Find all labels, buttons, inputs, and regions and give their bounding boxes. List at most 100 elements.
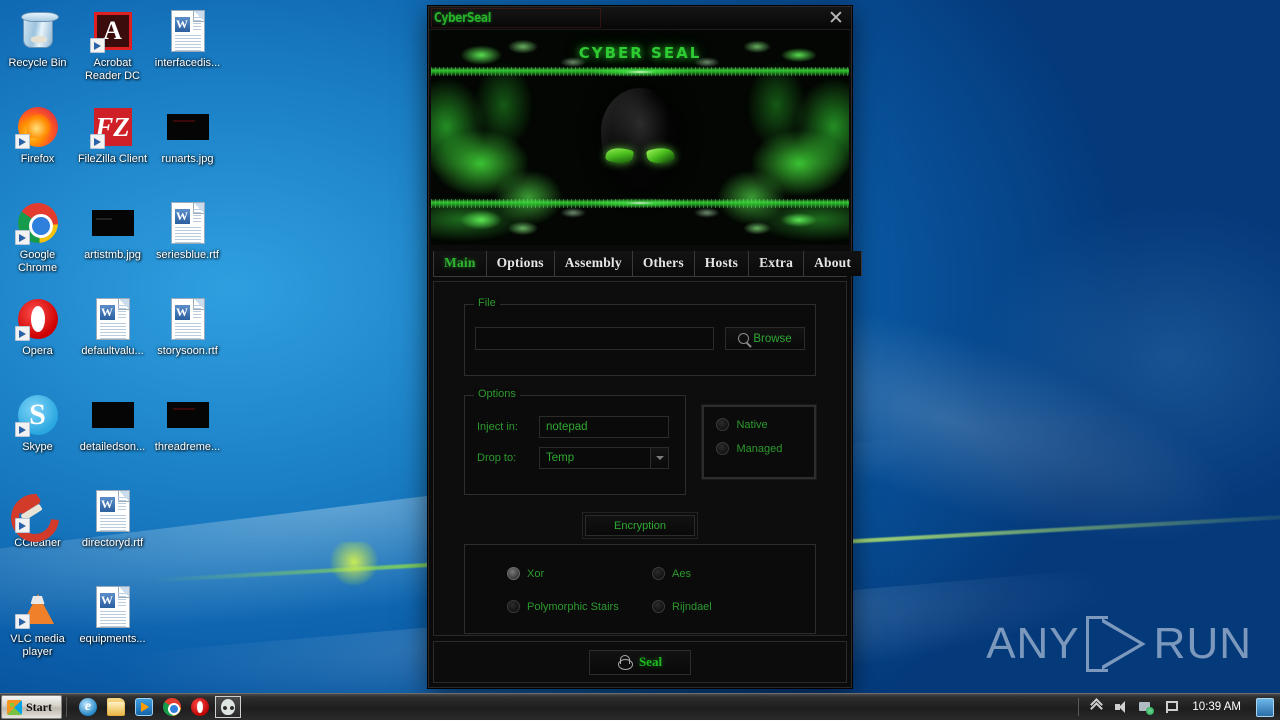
word-document-icon: W: [165, 200, 211, 246]
drop-to-row: Drop to: Temp: [465, 447, 685, 469]
start-button[interactable]: Start: [1, 695, 62, 719]
image-thumbnail-icon: [90, 200, 136, 246]
desktop-icon-label: threadreme...: [151, 441, 225, 454]
tab-others[interactable]: Others: [633, 251, 695, 276]
radio-polymorphic-stairs-indicator[interactable]: [507, 600, 520, 613]
desktop-icon-acrobat-reader[interactable]: A Acrobat Reader DC: [75, 4, 150, 100]
start-button-label: Start: [26, 700, 52, 715]
taskbar-task-cyberseal[interactable]: [215, 696, 241, 718]
tab-hosts[interactable]: Hosts: [695, 251, 749, 276]
app-banner: CYBER SEAL: [431, 30, 849, 245]
tab-about[interactable]: About: [804, 251, 862, 276]
tab-extra[interactable]: Extra: [749, 251, 804, 276]
radio-managed-indicator[interactable]: [716, 442, 729, 455]
desktop-icon-threadreme[interactable]: threadreme...: [150, 388, 225, 484]
desktop-icon-seriesblue-rtf[interactable]: W seriesblue.rtf: [150, 196, 225, 292]
cyberseal-window[interactable]: CyberSeal ✕ CYBER SEAL Main Options Asse…: [428, 6, 852, 688]
browse-button[interactable]: Browse: [725, 327, 805, 350]
close-icon[interactable]: ✕: [823, 8, 849, 29]
desktop-icon-equipments[interactable]: W equipments...: [75, 580, 150, 676]
chrome-icon[interactable]: [163, 698, 181, 716]
desktop-icon-google-chrome[interactable]: Google Chrome: [0, 196, 75, 292]
radio-native[interactable]: Native: [716, 418, 814, 431]
drop-to-label: Drop to:: [477, 452, 539, 464]
options-groupbox: Options Inject in: Drop to: Temp: [464, 395, 686, 495]
desktop-icon-skype[interactable]: S Skype: [0, 388, 75, 484]
desktop-icon-label: interfacedis...: [151, 57, 225, 70]
network-icon[interactable]: [1138, 699, 1154, 715]
desktop-icon-label: storysoon.rtf: [151, 345, 225, 358]
tab-assembly[interactable]: Assembly: [555, 251, 633, 276]
action-center-flag-icon[interactable]: [1163, 699, 1179, 715]
desktop-icon-artistmb-jpg[interactable]: artistmb.jpg: [75, 196, 150, 292]
alien-icon: [221, 699, 235, 715]
opera-icon[interactable]: [191, 698, 209, 716]
encryption-button[interactable]: Encryption: [585, 515, 695, 536]
anyrun-play-icon: [1086, 616, 1148, 672]
internet-explorer-icon[interactable]: [79, 698, 97, 716]
radio-rijndael[interactable]: Rijndael: [652, 600, 797, 613]
file-groupbox-legend: File: [474, 297, 500, 309]
desktop-icon-label: Opera: [1, 345, 75, 358]
skype-icon: S: [15, 392, 61, 438]
window-footer: Seal: [433, 641, 847, 683]
show-hidden-icons-icon[interactable]: [1088, 699, 1104, 715]
desktop-icon-interfacedis[interactable]: W interfacedis...: [150, 4, 225, 100]
drop-to-combobox[interactable]: Temp: [539, 447, 669, 469]
desktop-icon-firefox[interactable]: Firefox: [0, 100, 75, 196]
radio-xor[interactable]: Xor: [507, 567, 652, 580]
windows-explorer-icon[interactable]: [107, 698, 125, 716]
desktop-icon-filezilla[interactable]: FZ FileZilla Client: [75, 100, 150, 196]
desktop-icon-row: Firefox FZ FileZilla Client runarts.jpg: [0, 100, 232, 196]
desktop-icon-directoryd-rtf[interactable]: W directoryd.rtf: [75, 484, 150, 580]
radio-aes-indicator[interactable]: [652, 567, 665, 580]
desktop-icon-label: FileZilla Client: [76, 153, 150, 166]
recycle-bin-icon: [15, 8, 61, 54]
desktop-icon-storysoon-rtf[interactable]: W storysoon.rtf: [150, 292, 225, 388]
banner-glow-top: [570, 62, 710, 82]
radio-aes[interactable]: Aes: [652, 567, 797, 580]
opera-icon: [15, 296, 61, 342]
tray-divider: [1078, 698, 1079, 716]
desktop-icon-recycle-bin[interactable]: Recycle Bin: [0, 4, 75, 100]
radio-managed[interactable]: Managed: [716, 442, 814, 455]
inject-in-input[interactable]: [539, 416, 669, 438]
radio-polymorphic-stairs-label: Polymorphic Stairs: [527, 601, 619, 613]
taskbar[interactable]: Start 10:39 AM: [0, 693, 1280, 720]
desktop-icon-runarts-jpg[interactable]: runarts.jpg: [150, 100, 225, 196]
desktop-icon-label: VLC media player: [1, 633, 75, 658]
browse-button-label: Browse: [753, 333, 791, 345]
file-path-input[interactable]: [475, 327, 714, 350]
tab-options[interactable]: Options: [487, 251, 555, 276]
radio-rijndael-indicator[interactable]: [652, 600, 665, 613]
drop-to-value: Temp: [546, 452, 574, 464]
firefox-icon: [15, 104, 61, 150]
volume-icon[interactable]: [1113, 699, 1129, 715]
tab-main[interactable]: Main: [433, 251, 487, 276]
anyrun-watermark: ANY RUN: [986, 616, 1252, 672]
clock[interactable]: 10:39 AM: [1188, 701, 1245, 713]
acrobat-reader-icon: A: [90, 8, 136, 54]
desktop-icon-detailedson[interactable]: detailedson...: [75, 388, 150, 484]
chevron-down-icon[interactable]: [650, 448, 668, 468]
radio-xor-indicator[interactable]: [507, 567, 520, 580]
seal-button[interactable]: Seal: [589, 650, 691, 675]
media-player-icon[interactable]: [135, 698, 153, 716]
inject-in-label: Inject in:: [477, 421, 539, 433]
lock-icon: [618, 655, 631, 670]
desktop-icon-ccleaner[interactable]: CCleaner: [0, 484, 75, 580]
word-document-icon: W: [90, 488, 136, 534]
window-title: CyberSeal: [434, 11, 491, 26]
radio-polymorphic-stairs[interactable]: Polymorphic Stairs: [507, 600, 652, 613]
desktop-icon-defaultvalu[interactable]: W defaultvalu...: [75, 292, 150, 388]
image-thumbnail-icon: [90, 392, 136, 438]
radio-native-indicator[interactable]: [716, 418, 729, 431]
image-thumbnail-icon: [165, 392, 211, 438]
show-desktop-button[interactable]: [1256, 698, 1274, 717]
desktop-icon-label: runarts.jpg: [151, 153, 225, 166]
desktop-icon-vlc-media-player[interactable]: VLC media player: [0, 580, 75, 676]
desktop-icon-empty: [150, 580, 225, 676]
window-titlebar[interactable]: CyberSeal ✕: [429, 7, 851, 30]
desktop-icon-row: Recycle Bin A Acrobat Reader DC W interf…: [0, 4, 232, 100]
desktop-icon-opera[interactable]: Opera: [0, 292, 75, 388]
